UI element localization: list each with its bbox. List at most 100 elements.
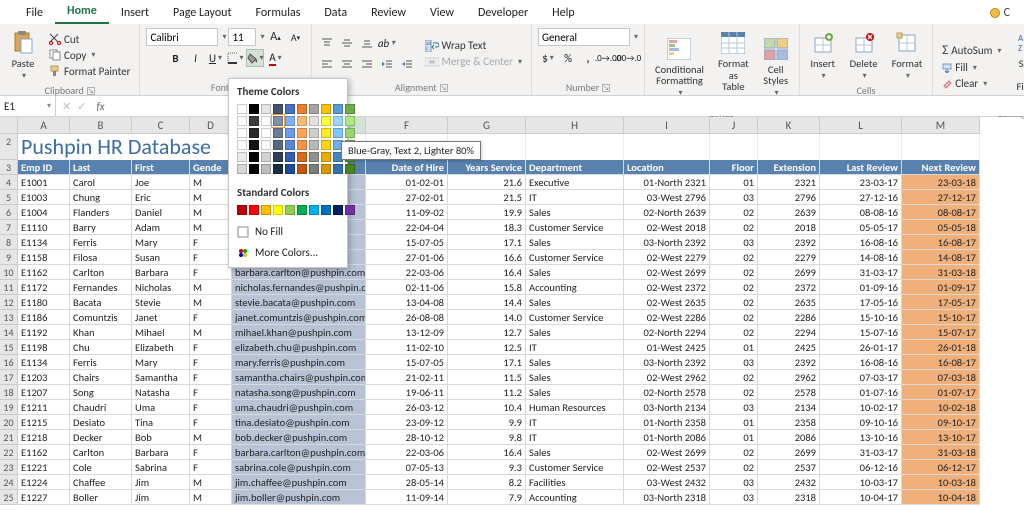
cell-C6[interactable]: Daniel <box>132 205 190 220</box>
cell-L6[interactable]: 08-08-16 <box>820 205 902 220</box>
cell-G22[interactable]: 16.4 <box>448 445 526 460</box>
cell-H24[interactable]: Facilities <box>526 475 624 490</box>
cell-L22[interactable]: 31-03-17 <box>820 445 902 460</box>
row-header-24[interactable]: 24 <box>0 475 18 490</box>
cell-H4[interactable]: Executive <box>526 175 624 190</box>
cell-B17[interactable]: Chairs <box>70 370 132 385</box>
tab-help[interactable]: Help <box>540 2 587 24</box>
cell-F16[interactable]: 15-07-05 <box>366 355 448 370</box>
color-swatch[interactable] <box>249 128 259 138</box>
cell-B5[interactable]: Chung <box>70 190 132 205</box>
cell-E22[interactable]: barbara.carlton@pushpin.com <box>232 445 366 460</box>
cell-A19[interactable]: E1211 <box>18 400 70 415</box>
cell-B23[interactable]: Cole <box>70 460 132 475</box>
color-swatch[interactable] <box>333 128 343 138</box>
row-header-17[interactable]: 17 <box>0 370 18 385</box>
cell-G6[interactable]: 19.9 <box>448 205 526 220</box>
cell-B8[interactable]: Ferris <box>70 235 132 250</box>
cell-H21[interactable]: IT <box>526 430 624 445</box>
tab-data[interactable]: Data <box>312 2 359 24</box>
cell-G23[interactable]: 9.3 <box>448 460 526 475</box>
row-header-21[interactable]: 21 <box>0 430 18 445</box>
cell-G4[interactable]: 21.6 <box>448 175 526 190</box>
orientation-icon[interactable]: ab▾ <box>378 34 396 52</box>
comments-button[interactable]: C <box>982 2 1018 24</box>
cell-C5[interactable]: Eric <box>132 190 190 205</box>
cell-C15[interactable]: Elizabeth <box>132 340 190 355</box>
border-button[interactable]: ▾ <box>226 49 244 67</box>
cell-K18[interactable]: 2578 <box>758 385 820 400</box>
enter-formula-icon[interactable]: ✓ <box>77 100 86 113</box>
cell-J22[interactable]: 02 <box>710 445 758 460</box>
cell-D22[interactable]: F <box>190 445 232 460</box>
cell-G8[interactable]: 17.1 <box>448 235 526 250</box>
cell-K19[interactable]: 2134 <box>758 400 820 415</box>
cell-E15[interactable]: elizabeth.chu@pushpin.com <box>232 340 366 355</box>
align-center-icon[interactable] <box>338 55 356 73</box>
cut-button[interactable]: Cut <box>46 32 133 47</box>
color-swatch[interactable] <box>345 205 355 215</box>
cell-A23[interactable]: E1221 <box>18 460 70 475</box>
cell-G12[interactable]: 14.4 <box>448 295 526 310</box>
color-swatch[interactable] <box>297 104 307 114</box>
cell-B12[interactable]: Bacata <box>70 295 132 310</box>
cell-K22[interactable]: 2699 <box>758 445 820 460</box>
row-header-15[interactable]: 15 <box>0 340 18 355</box>
cell-I20[interactable]: 01-North 2358 <box>624 415 710 430</box>
color-swatch[interactable] <box>261 104 271 114</box>
cell-B4[interactable]: Carol <box>70 175 132 190</box>
cell-B15[interactable]: Chu <box>70 340 132 355</box>
cell-D4[interactable]: M <box>190 175 232 190</box>
clipboard-expand[interactable]: ↘ <box>87 87 95 95</box>
cell-M19[interactable]: 10-02-18 <box>902 400 980 415</box>
tab-insert[interactable]: Insert <box>109 2 161 24</box>
cell-M3[interactable]: Next Review <box>902 160 980 175</box>
cell-M11[interactable]: 01-09-17 <box>902 280 980 295</box>
font-name-input[interactable] <box>146 28 218 46</box>
cell-B18[interactable]: Song <box>70 385 132 400</box>
cell-L20[interactable]: 09-10-16 <box>820 415 902 430</box>
cell-B10[interactable]: Carlton <box>70 265 132 280</box>
tab-review[interactable]: Review <box>359 2 418 24</box>
cell-L4[interactable]: 23-03-17 <box>820 175 902 190</box>
color-swatch[interactable] <box>285 104 295 114</box>
cell-E23[interactable]: sabrina.cole@pushpin.com <box>232 460 366 475</box>
cell-E11[interactable]: nicholas.fernandes@pushpin.com <box>232 280 366 295</box>
increase-indent-icon[interactable] <box>398 55 416 73</box>
cell-A3[interactable]: Emp ID <box>18 160 70 175</box>
color-swatch[interactable] <box>309 128 319 138</box>
tab-view[interactable]: View <box>418 2 466 24</box>
cell-G16[interactable]: 17.1 <box>448 355 526 370</box>
cell-M15[interactable]: 26-01-18 <box>902 340 980 355</box>
align-bottom-icon[interactable] <box>358 34 376 52</box>
cell-I16[interactable]: 03-North 2392 <box>624 355 710 370</box>
cell-L13[interactable]: 15-10-16 <box>820 310 902 325</box>
color-swatch[interactable] <box>249 116 259 126</box>
cell-E20[interactable]: tina.desiato@pushpin.com <box>232 415 366 430</box>
no-fill-menuitem[interactable]: No Fill <box>229 221 347 242</box>
color-swatch[interactable] <box>249 164 259 174</box>
cell-I15[interactable]: 01-West 2425 <box>624 340 710 355</box>
cell-G7[interactable]: 18.3 <box>448 220 526 235</box>
cell-H19[interactable]: Human Resources <box>526 400 624 415</box>
cell-H11[interactable]: Accounting <box>526 280 624 295</box>
col-header-C[interactable]: C <box>132 117 190 134</box>
cell-A22[interactable]: E1162 <box>18 445 70 460</box>
sort-filter-button[interactable]: AZSort & Filter▾ <box>1010 28 1024 105</box>
cell-G9[interactable]: 16.6 <box>448 250 526 265</box>
format-as-table-button[interactable]: Format as Table▾ <box>714 28 753 105</box>
cell-C20[interactable]: Tina <box>132 415 190 430</box>
decrease-indent-icon[interactable] <box>378 55 396 73</box>
cell-B11[interactable]: Fernandes <box>70 280 132 295</box>
color-swatch[interactable] <box>249 205 259 215</box>
cell-I4[interactable]: 01-North 2321 <box>624 175 710 190</box>
tab-home[interactable]: Home <box>55 0 109 24</box>
row-header-5[interactable]: 5 <box>0 190 18 205</box>
cell-M18[interactable]: 01-07-17 <box>902 385 980 400</box>
cell-L10[interactable]: 31-03-17 <box>820 265 902 280</box>
cell-L17[interactable]: 07-03-17 <box>820 370 902 385</box>
cell-K3[interactable]: Extension <box>758 160 820 175</box>
col-header-K[interactable]: K <box>758 117 820 134</box>
cell-C4[interactable]: Joe <box>132 175 190 190</box>
color-swatch[interactable] <box>321 152 331 162</box>
